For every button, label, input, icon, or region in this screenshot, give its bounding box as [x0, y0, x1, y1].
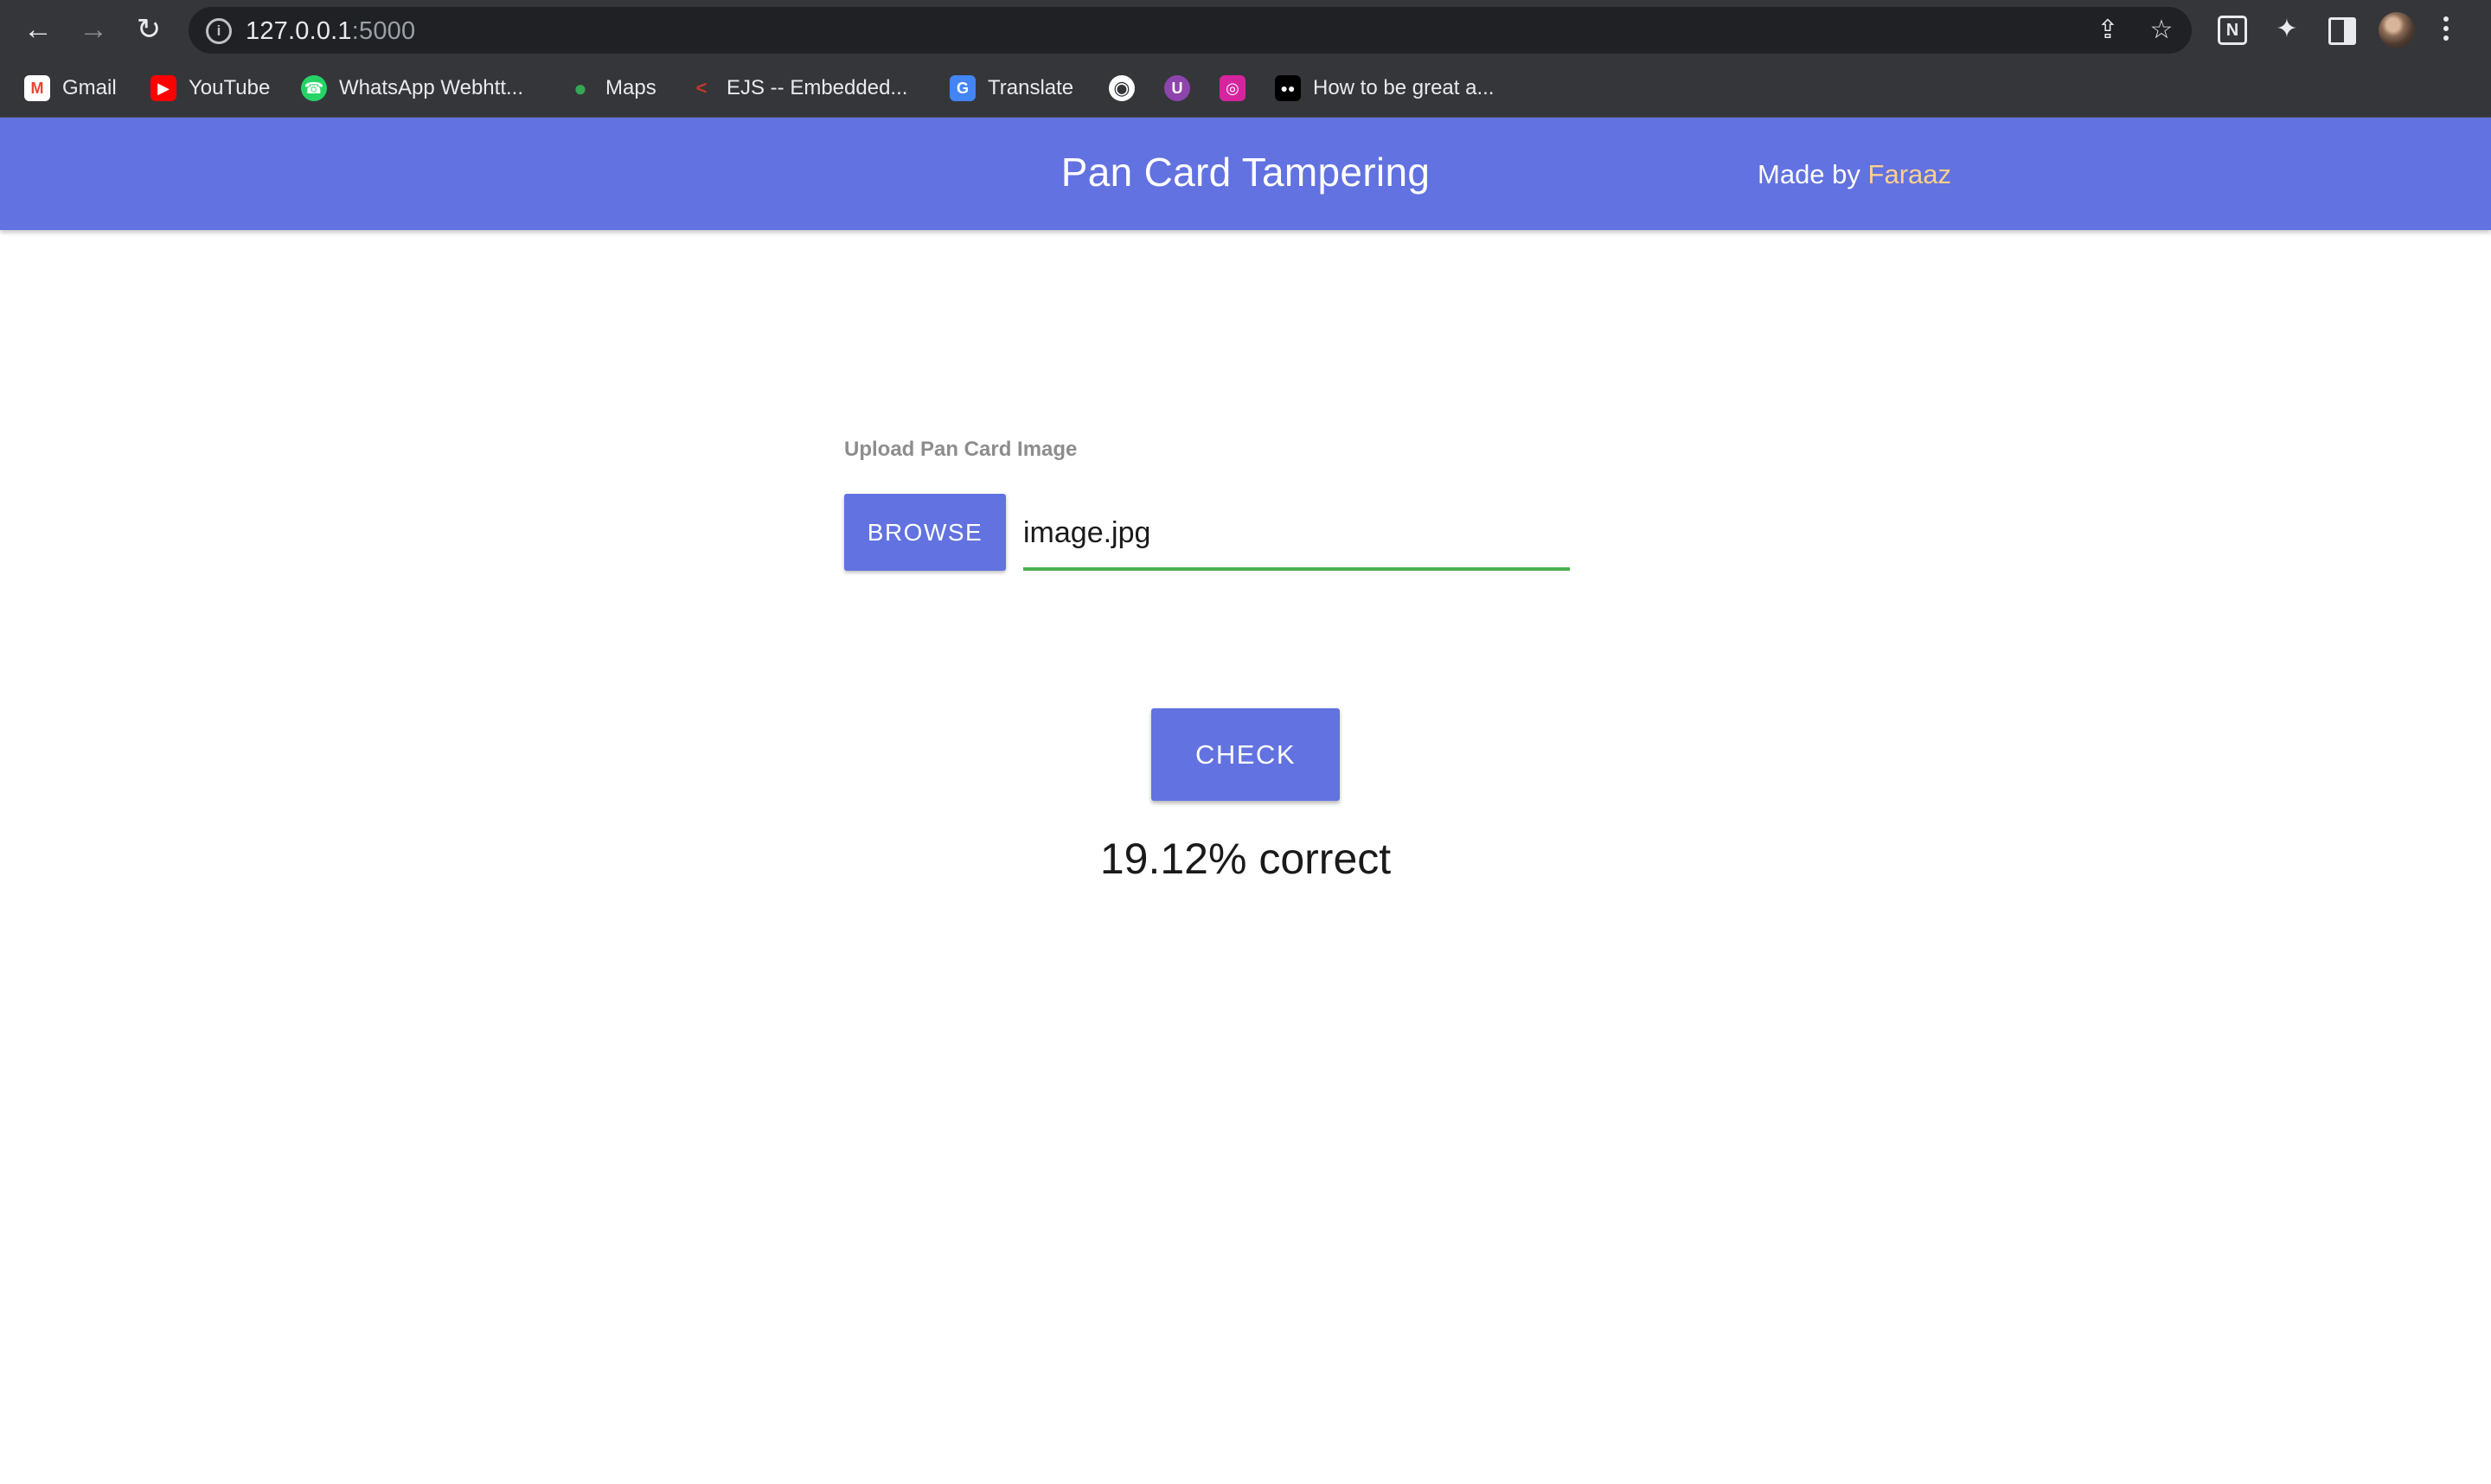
url-host: 127.0.0.1	[246, 17, 352, 45]
back-arrow-icon[interactable]: ←	[17, 9, 59, 50]
made-by-prefix: Made by	[1758, 159, 1860, 189]
bookmark-ejs[interactable]: < EJS -- Embedded...	[688, 73, 908, 104]
browser-toolbar: ← → ↻ i 127.0.0.1:5000 ⇪ ☆ N ✦	[0, 0, 2491, 59]
made-by-credit: Made by Faraaz	[1758, 159, 1951, 190]
bookmark-globe[interactable]: ◉	[1109, 73, 1135, 104]
reload-icon[interactable]: ↻	[128, 9, 170, 50]
check-button[interactable]: CHECK	[1151, 708, 1340, 801]
site-info-icon[interactable]: i	[206, 18, 232, 44]
bookmark-whatsapp[interactable]: ☎ WhatsApp Webhtt...	[301, 73, 523, 104]
bookmark-label: WhatsApp Webhtt...	[339, 76, 523, 99]
bookmark-label: EJS -- Embedded...	[727, 76, 908, 99]
whatsapp-icon: ☎	[301, 75, 327, 101]
author-link[interactable]: Faraaz	[1868, 159, 1951, 189]
forward-arrow-icon[interactable]: →	[73, 9, 114, 50]
notion-extension-icon[interactable]: N	[2218, 16, 2247, 45]
youtube-icon: ▶	[150, 75, 176, 101]
bookmarks-bar: M Gmail ▶ YouTube ☎ WhatsApp Webhtt... ●…	[0, 59, 2491, 118]
medium-icon: ●●	[1275, 75, 1301, 101]
bookmark-star-icon[interactable]: ☆	[2145, 14, 2178, 47]
bookmark-u-app[interactable]: U	[1164, 73, 1190, 104]
bookmark-label: Maps	[605, 76, 656, 99]
instagram-icon: ◎	[1220, 75, 1246, 101]
app-header: Pan Card Tampering Made by Faraaz	[0, 118, 2491, 230]
share-icon[interactable]: ⇪	[2091, 14, 2124, 47]
address-url[interactable]: 127.0.0.1:5000	[246, 17, 415, 46]
translate-icon: G	[950, 75, 976, 101]
maps-pin-icon: ●	[573, 74, 587, 101]
bookmark-gmail[interactable]: M Gmail	[24, 73, 117, 104]
browse-button[interactable]: BROWSE	[844, 494, 1006, 571]
bookmark-maps[interactable]: ● Maps	[567, 73, 656, 104]
gmail-icon: M	[24, 75, 50, 101]
ejs-icon: <	[695, 77, 708, 99]
bookmark-translate[interactable]: G Translate	[950, 73, 1073, 104]
page-title: Pan Card Tampering	[1060, 150, 1431, 195]
profile-avatar[interactable]	[2379, 12, 2415, 48]
bookmark-instagram[interactable]: ◎	[1220, 73, 1246, 104]
url-port: :5000	[351, 17, 416, 45]
bookmark-medium[interactable]: ●● How to be great a...	[1275, 73, 1494, 104]
bookmark-label: YouTube	[189, 76, 271, 99]
bookmark-label: How to be great a...	[1313, 76, 1495, 99]
file-path-field[interactable]: image.jpg	[1023, 502, 1570, 571]
upload-label: Upload Pan Card Image	[844, 438, 1078, 461]
address-bar[interactable]: i 127.0.0.1:5000 ⇪ ☆	[189, 7, 2192, 54]
side-panel-icon[interactable]	[2328, 17, 2356, 45]
u-app-icon: U	[1164, 75, 1190, 101]
bookmark-youtube[interactable]: ▶ YouTube	[150, 73, 270, 104]
result-text: 19.12% correct	[1099, 835, 1392, 883]
extensions-puzzle-icon[interactable]: ✦	[2270, 12, 2304, 47]
bookmark-label: Gmail	[62, 76, 117, 99]
bookmark-label: Translate	[988, 76, 1074, 99]
globe-icon: ◉	[1109, 75, 1135, 101]
browser-menu-icon[interactable]	[2441, 14, 2451, 48]
